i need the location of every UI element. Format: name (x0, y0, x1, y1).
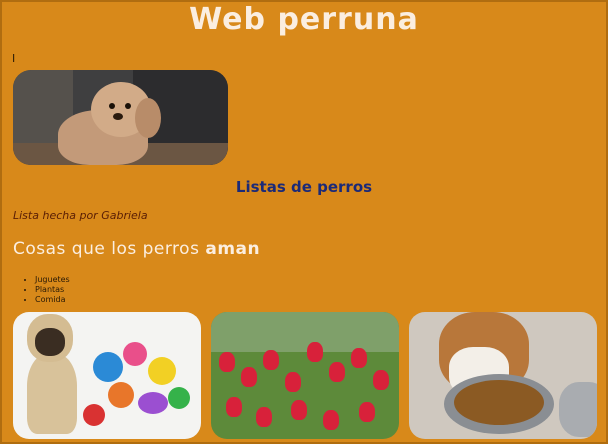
list-item: Juguetes (35, 275, 70, 285)
text-cursor: I (12, 52, 16, 65)
loves-heading: Cosas que los perros aman (13, 239, 260, 259)
poodle-photo (13, 70, 228, 165)
loves-heading-emphasis: aman (205, 239, 261, 259)
pug-with-toys-photo (13, 312, 201, 439)
tulips-photo (211, 312, 399, 439)
section-heading: Listas de perros (235, 178, 373, 196)
loves-heading-text: Cosas que los perros (13, 239, 206, 259)
list-item: Plantas (35, 285, 70, 295)
page-title: Web perruna (189, 2, 419, 37)
loves-list: Juguetes Plantas Comida (23, 275, 70, 305)
list-item: Comida (35, 295, 70, 305)
beagle-eating-photo (409, 312, 597, 439)
author-line: Lista hecha por Gabriela (13, 209, 148, 222)
